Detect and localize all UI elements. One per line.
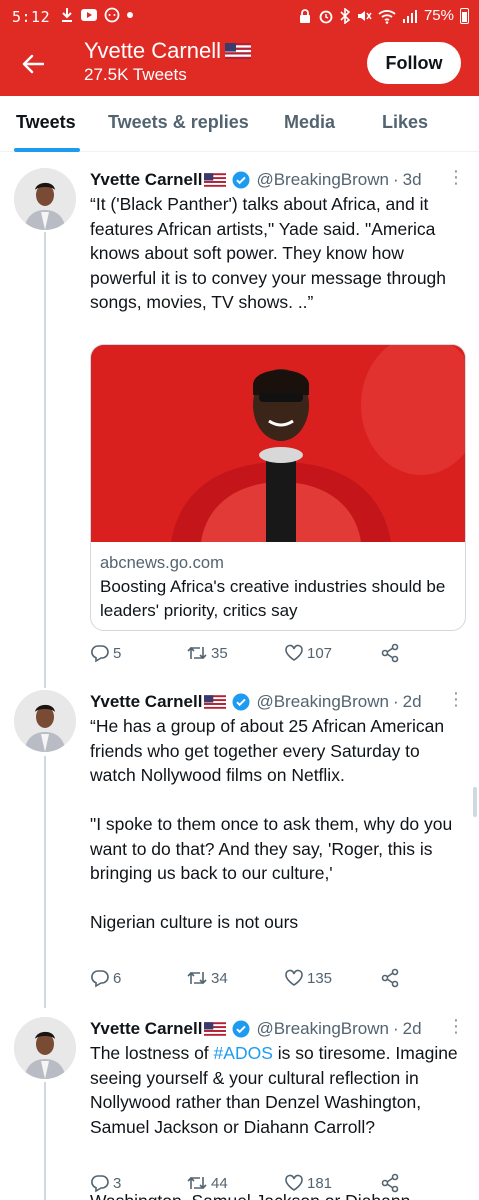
- us-flag-icon: [224, 43, 251, 59]
- alarm-icon: [319, 10, 333, 24]
- scrollbar-thumb[interactable]: [473, 787, 477, 817]
- reply-button[interactable]: 6: [90, 968, 121, 988]
- author-name[interactable]: Yvette Carnell: [90, 170, 202, 190]
- tweet-header: Yvette Carnell @BreakingBrown · 3d: [90, 168, 465, 192]
- tweet-text: “It ('Black Panther') talks about Africa…: [90, 194, 451, 312]
- signal-icon: [402, 10, 417, 23]
- card-title: Boosting Africa's creative industries sh…: [100, 577, 446, 620]
- profile-name: Yvette Carnell: [84, 38, 221, 63]
- author-name[interactable]: Yvette Carnell: [90, 1019, 202, 1039]
- tweet-actions: 6 34 135: [90, 968, 450, 992]
- card-photo: [91, 345, 465, 542]
- heart-icon: [285, 644, 303, 661]
- mute-icon: [357, 11, 372, 21]
- follow-button[interactable]: Follow: [367, 42, 461, 84]
- card-domain: abcnews.go.com: [100, 554, 224, 572]
- dot-icon: [127, 12, 133, 18]
- avatar-image: [14, 1017, 76, 1079]
- reply-count: 5: [113, 644, 122, 662]
- verified-badge-icon: [232, 693, 250, 711]
- separator-dot: ·: [393, 170, 399, 189]
- share-icon: [381, 968, 399, 988]
- arrow-left-icon: [22, 54, 44, 74]
- author-handle[interactable]: @BreakingBrown: [256, 692, 389, 712]
- share-icon: [381, 643, 399, 663]
- battery-icon: [460, 8, 469, 24]
- author-handle[interactable]: @BreakingBrown: [256, 170, 389, 190]
- tweet-text: “He has a group of about 25 African Amer…: [90, 716, 453, 932]
- reply-icon: [91, 645, 109, 663]
- tweet-text-part: The lostness of: [90, 1043, 214, 1063]
- wifi-icon: [378, 9, 396, 24]
- card-image: [91, 345, 465, 542]
- tweet-time[interactable]: 2d: [403, 692, 422, 712]
- retweet-icon: [187, 646, 207, 660]
- tweet-count: 27.5K Tweets: [84, 65, 187, 84]
- tweet[interactable]: Yvette Carnell @BreakingBrown · 3d ⋮ “It…: [0, 168, 479, 668]
- more-options-icon[interactable]: ⋮: [447, 1017, 465, 1035]
- hashtag-link[interactable]: #ADOS: [214, 1043, 273, 1063]
- tab-tweets-and-replies[interactable]: Tweets & replies: [108, 112, 249, 133]
- us-flag-icon: [204, 1022, 227, 1036]
- active-tab-indicator: [14, 148, 80, 152]
- battery-percent: 75%: [423, 7, 454, 24]
- youtube-icon: [81, 9, 97, 21]
- tab-tweets[interactable]: Tweets: [16, 112, 76, 133]
- like-button[interactable]: 107: [284, 643, 332, 663]
- avatar[interactable]: [14, 690, 76, 752]
- verified-badge-icon: [232, 171, 250, 189]
- more-options-icon[interactable]: ⋮: [447, 168, 465, 186]
- reply-button[interactable]: 5: [90, 643, 121, 663]
- author-handle[interactable]: @BreakingBrown: [256, 1019, 389, 1039]
- status-time: 5:12: [12, 8, 51, 26]
- avatar[interactable]: [14, 1017, 76, 1079]
- chat-icon: [104, 7, 120, 23]
- separator-dot: ·: [393, 1019, 399, 1038]
- avatar-image: [14, 168, 76, 230]
- retweet-count: 35: [211, 644, 228, 662]
- profile-tabs: Tweets Tweets & replies Media Likes: [0, 96, 479, 152]
- status-bar: 5:12 75%: [0, 0, 479, 34]
- tweet-header: Yvette Carnell @BreakingBrown · 2d: [90, 1017, 465, 1041]
- more-options-icon[interactable]: ⋮: [447, 690, 465, 708]
- us-flag-icon: [204, 695, 227, 709]
- header-title-block: Yvette Carnell 27.5K Tweets: [84, 38, 251, 85]
- like-count: 107: [307, 644, 333, 662]
- back-button[interactable]: [14, 48, 52, 80]
- tweet-time[interactable]: 2d: [403, 1019, 422, 1039]
- retweet-button[interactable]: 34: [186, 968, 228, 988]
- heart-icon: [285, 969, 303, 986]
- lock-icon: [299, 9, 310, 23]
- tab-media[interactable]: Media: [284, 112, 335, 133]
- tweet[interactable]: Yvette Carnell @BreakingBrown · 2d ⋮ The…: [0, 1017, 479, 1200]
- author-name[interactable]: Yvette Carnell: [90, 692, 202, 712]
- retweet-icon: [187, 971, 207, 985]
- download-icon: [62, 8, 72, 22]
- bluetooth-icon: [340, 8, 350, 24]
- us-flag-icon: [204, 173, 227, 187]
- reply-icon: [91, 970, 109, 988]
- reply-count: 6: [113, 969, 122, 987]
- retweet-count: 34: [211, 969, 228, 987]
- link-card[interactable]: abcnews.go.com Boosting Africa's creativ…: [90, 344, 466, 631]
- tweet-time[interactable]: 3d: [403, 170, 422, 190]
- profile-header: Yvette Carnell 27.5K Tweets Follow: [0, 34, 479, 96]
- avatar-image: [14, 690, 76, 752]
- retweet-button[interactable]: 35: [186, 643, 228, 663]
- share-button[interactable]: [380, 643, 400, 663]
- tweet-header: Yvette Carnell @BreakingBrown · 2d: [90, 690, 465, 714]
- like-count: 135: [307, 969, 333, 987]
- like-button[interactable]: 135: [284, 968, 332, 988]
- tweet[interactable]: Yvette Carnell @BreakingBrown · 2d ⋮ “He…: [0, 690, 479, 1000]
- tweet-actions: 5 35 107: [90, 643, 450, 667]
- tweet-text: The lostness of #ADOS is so tiresome. Im…: [90, 1041, 470, 1139]
- share-button[interactable]: [380, 968, 400, 988]
- avatar[interactable]: [14, 168, 76, 230]
- verified-badge-icon: [232, 1020, 250, 1038]
- tab-likes[interactable]: Likes: [382, 112, 428, 133]
- peek-text: Washington, Samuel Jackson or Diahann: [90, 1189, 470, 1200]
- separator-dot: ·: [393, 692, 399, 711]
